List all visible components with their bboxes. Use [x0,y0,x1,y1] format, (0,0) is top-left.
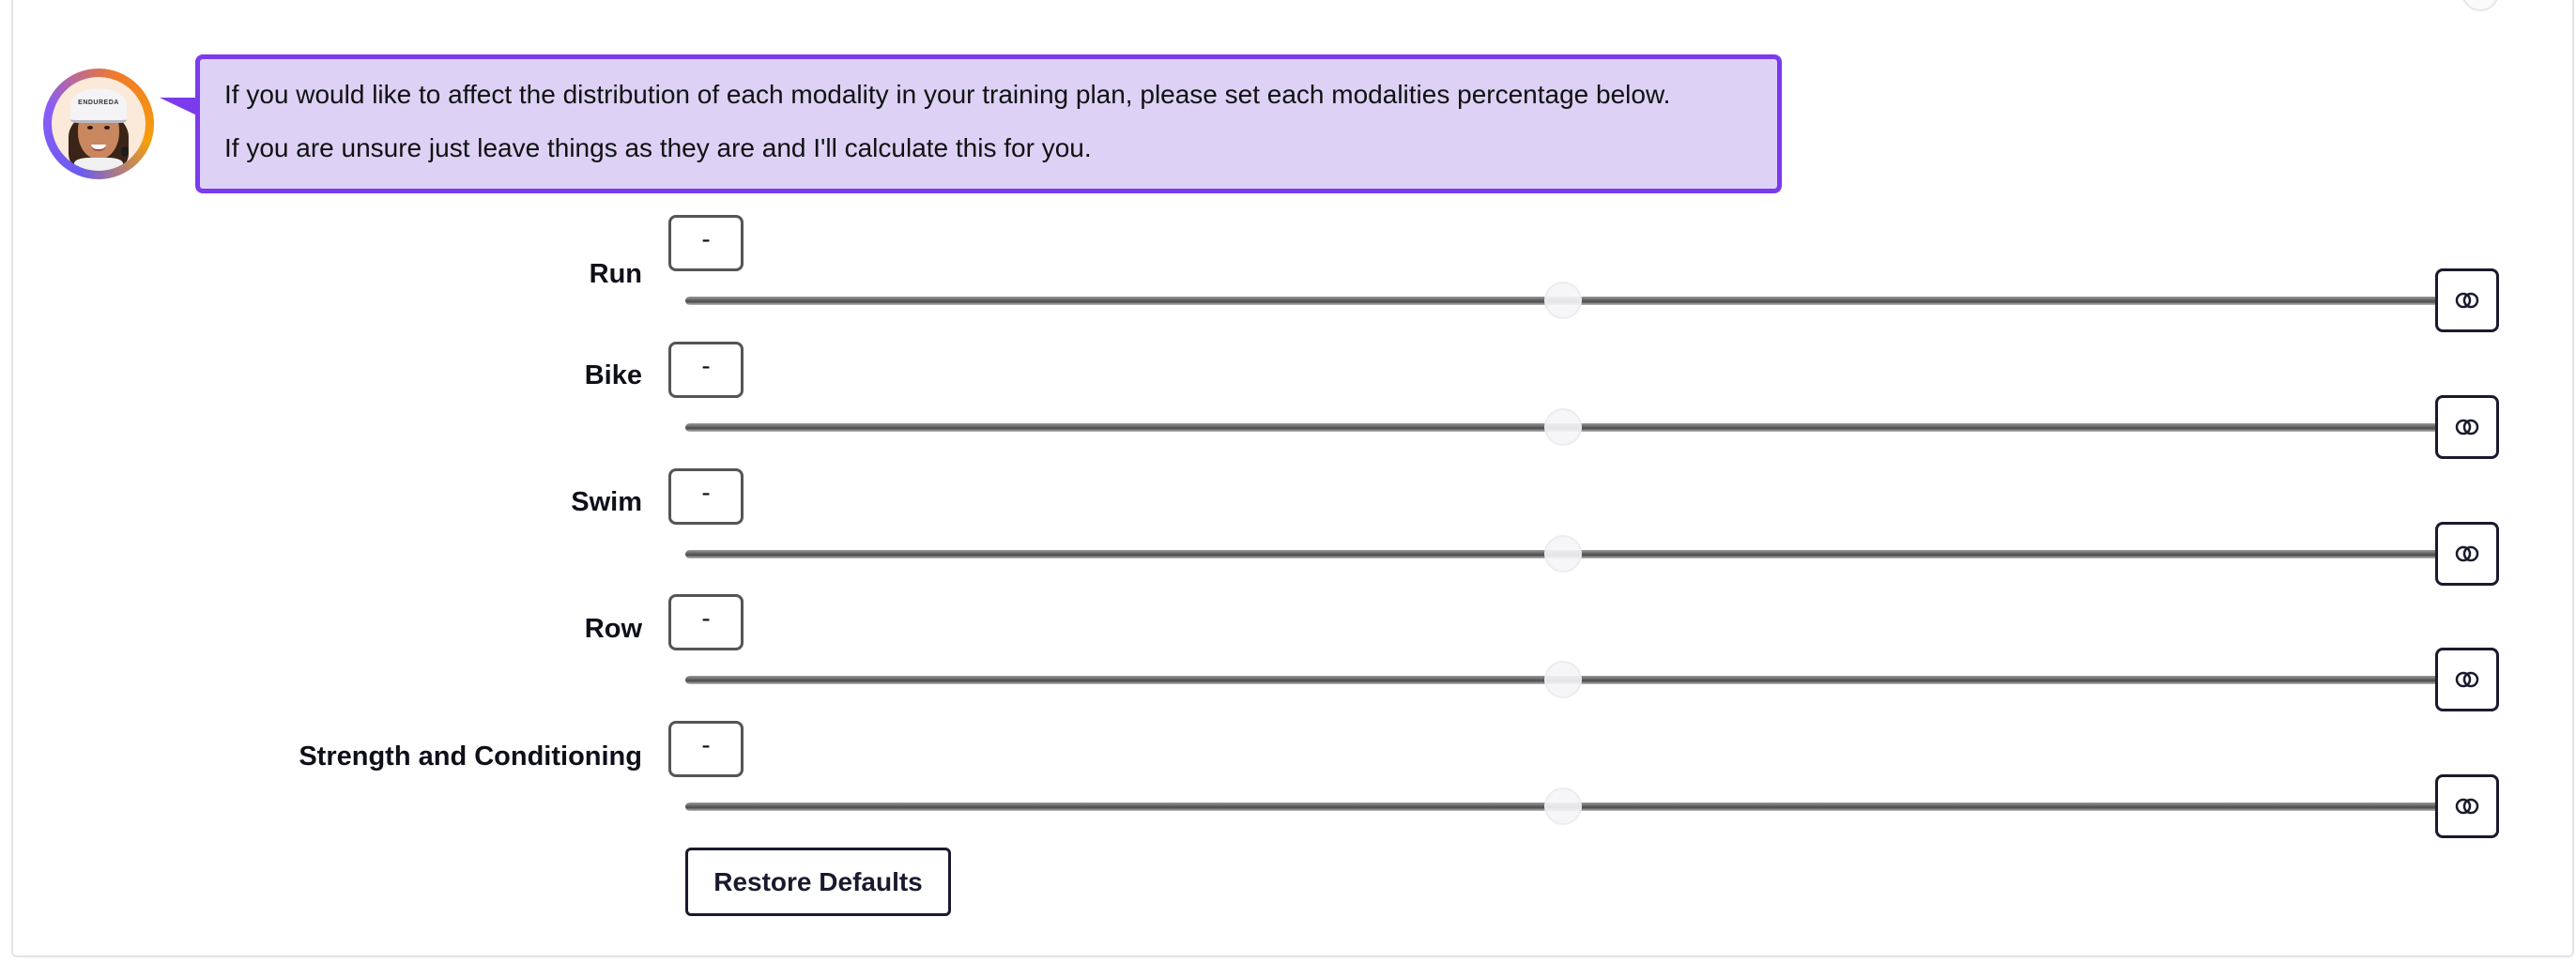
link-toggle-button-bike[interactable] [2435,395,2499,459]
avatar-eye-left [87,126,93,130]
link-toggle-button-run[interactable] [2435,268,2499,332]
link-toggle-icon [2455,419,2479,436]
link-toggle-icon [2455,545,2479,562]
avatar-eye-right [104,126,110,130]
link-toggle-button-swim[interactable] [2435,522,2499,586]
modality-value-swim[interactable]: - [668,468,744,525]
modality-label-run: Run [589,259,642,289]
avatar-portrait: ENDUREDA [52,77,146,171]
link-toggle-icon [2455,671,2479,688]
slider-thumb-bike[interactable] [1544,408,1582,446]
link-toggle-icon [2455,292,2479,309]
restore-defaults-button[interactable]: Restore Defaults [685,848,951,916]
modality-value-bike[interactable]: - [668,342,744,398]
avatar-earring [121,146,129,157]
avatar-shirt [74,158,123,171]
link-toggle-icon [2455,798,2479,815]
slider-thumb-row[interactable] [1544,661,1582,698]
avatar-cap: ENDUREDA [70,88,127,123]
modality-label-strength-and-conditioning: Strength and Conditioning [299,741,642,772]
slider-thumb-run[interactable] [1544,282,1582,319]
link-toggle-button-strength-and-conditioning[interactable] [2435,774,2499,838]
slider-thumb-swim[interactable] [1544,535,1582,573]
bubble-text-line-2: If you are unsure just leave things as t… [224,133,1092,162]
slider-thumb-strength-and-conditioning[interactable] [1544,787,1582,825]
avatar-cap-text: ENDUREDA [78,99,119,106]
modality-label-bike: Bike [584,360,642,390]
modality-value-row[interactable]: - [668,594,744,650]
modality-value-strength-and-conditioning[interactable]: - [668,721,744,777]
speech-bubble-tail [160,98,199,116]
modality-value-run[interactable]: - [668,215,744,271]
modality-label-swim: Swim [571,487,642,517]
speech-bubble: If you would like to affect the distribu… [195,54,1782,193]
modality-label-row: Row [584,614,642,644]
coach-avatar: ENDUREDA [43,69,154,179]
link-toggle-button-row[interactable] [2435,648,2499,711]
bubble-text-line-1: If you would like to affect the distribu… [224,80,1671,109]
